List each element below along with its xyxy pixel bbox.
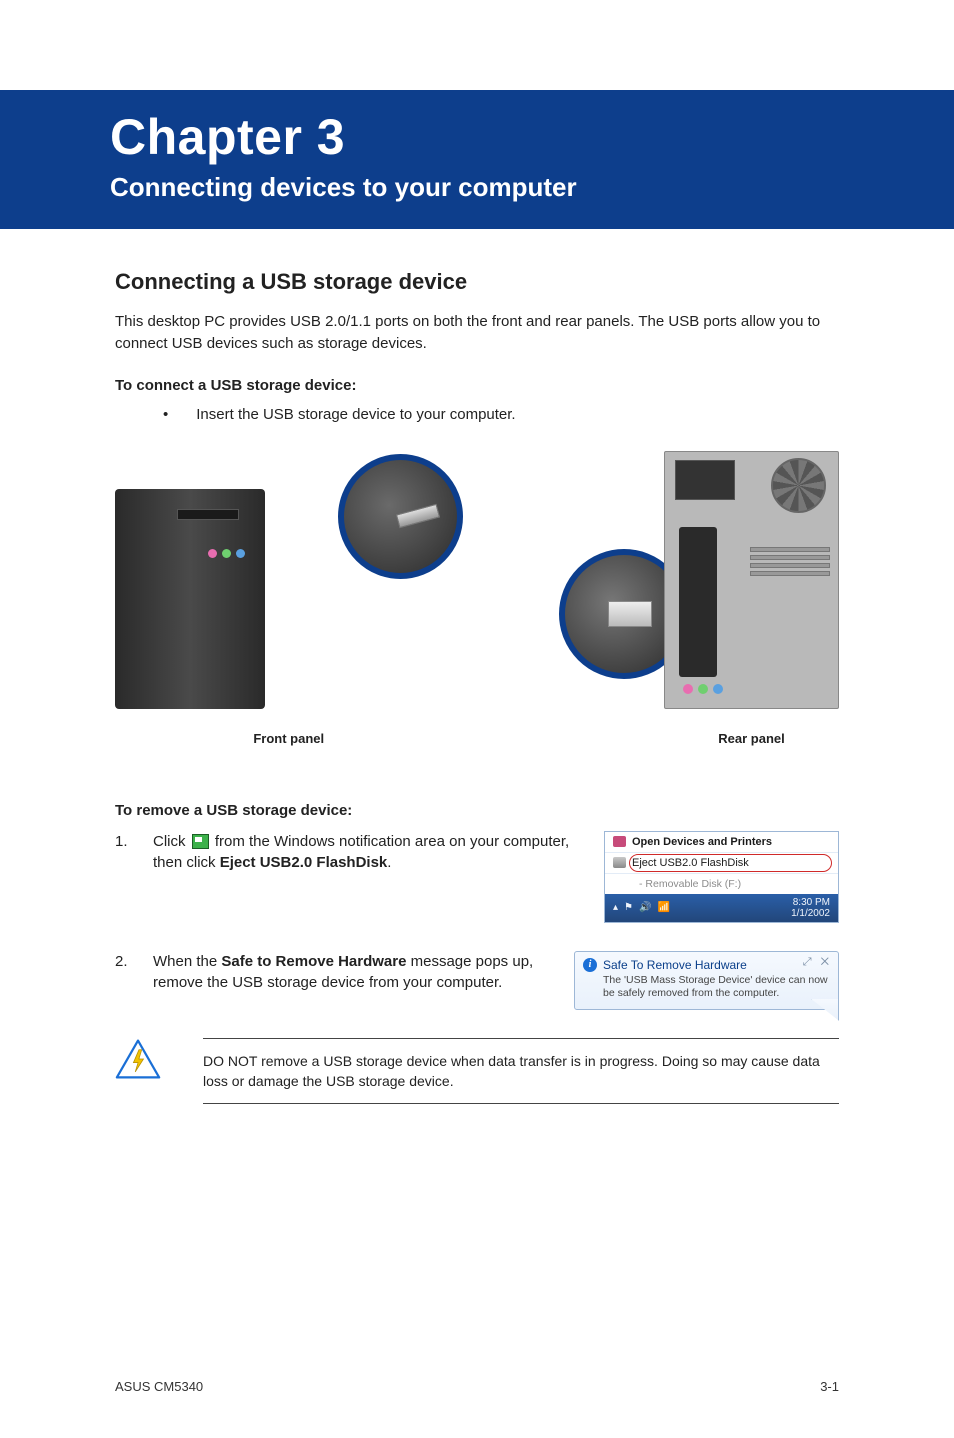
io-panel-icon	[679, 527, 717, 677]
manual-page: Chapter 3 Connecting devices to your com…	[0, 0, 954, 1438]
psu-icon	[675, 460, 735, 500]
front-panel-caption: Front panel	[115, 731, 463, 746]
tray-up-icon: ▴	[613, 902, 618, 913]
tray-time: 8:30 PM	[791, 897, 830, 908]
section-intro: This desktop PC provides USB 2.0/1.1 por…	[115, 311, 839, 355]
balloon-close-icon: ⤢ ✕	[803, 956, 832, 969]
fan-icon	[771, 458, 826, 513]
remove-heading: To remove a USB storage device:	[115, 802, 839, 819]
info-icon: i	[583, 958, 597, 972]
rear-panel-block: Rear panel	[491, 449, 839, 746]
step-2-number: 2.	[115, 951, 153, 973]
balloon-title-row: i Safe To Remove Hardware	[583, 958, 830, 972]
tray-flag-icon: ⚑	[624, 902, 633, 913]
balloon-body: The 'USB Mass Storage Device' device can…	[583, 974, 830, 1001]
balloon-tail-icon	[811, 999, 839, 1021]
pc-tower-front-icon	[115, 489, 265, 709]
step-1-number: 1.	[115, 831, 153, 853]
chapter-banner: Chapter 3 Connecting devices to your com…	[0, 90, 954, 229]
devices-icon	[613, 836, 626, 847]
step-2-text: 2.When the Safe to Remove Hardware messa…	[115, 951, 554, 1010]
connect-bullet-row: • Insert the USB storage device to your …	[115, 406, 839, 423]
tray-icons: ▴ ⚑ 🔊 📶	[613, 902, 670, 913]
step-1-post: .	[387, 854, 391, 871]
front-usb-zoom-icon	[338, 454, 463, 579]
step-2-row: 2.When the Safe to Remove Hardware messa…	[115, 951, 839, 1010]
front-audio-ports-icon	[208, 549, 245, 558]
drive-icon	[613, 857, 626, 868]
pc-tower-rear-icon	[664, 451, 839, 709]
rear-audio-ports-icon	[683, 684, 723, 694]
eject-menu-screenshot: Open Devices and Printers Eject USB2.0 F…	[604, 831, 839, 923]
step-2-pre: When the	[153, 953, 221, 970]
step-2-bold: Safe to Remove Hardware	[221, 953, 406, 970]
open-devices-label: Open Devices and Printers	[632, 836, 772, 848]
chapter-title: Chapter 3	[110, 108, 954, 166]
step-1-text: 1.Click from the Windows notification ar…	[115, 831, 584, 923]
safely-remove-tray-icon	[192, 834, 209, 849]
page-footer: ASUS CM5340 3-1	[115, 1379, 839, 1394]
removable-disk-row: - Removable Disk (F:)	[605, 874, 838, 894]
step-1-row: 1.Click from the Windows notification ar…	[115, 831, 839, 923]
balloon-title: Safe To Remove Hardware	[603, 958, 747, 972]
tray-volume-icon: 🔊	[639, 902, 651, 913]
usb-stick-icon	[396, 504, 440, 528]
usb-stick-icon	[608, 601, 652, 627]
warning-text: DO NOT remove a USB storage device when …	[203, 1038, 839, 1105]
rear-panel-caption: Rear panel	[664, 731, 839, 746]
expansion-slots-icon	[750, 547, 830, 576]
footer-page-number: 3-1	[820, 1379, 839, 1394]
panel-illustrations: Front panel	[115, 449, 839, 746]
step-1-bold: Eject USB2.0 FlashDisk	[220, 854, 388, 871]
front-panel-block: Front panel	[115, 449, 463, 746]
section-heading: Connecting a USB storage device	[115, 269, 839, 295]
connect-bullet-text: Insert the USB storage device to your co…	[196, 406, 515, 423]
bullet-dot: •	[163, 406, 168, 423]
remove-section: To remove a USB storage device: 1.Click …	[115, 802, 839, 1105]
warning-row: DO NOT remove a USB storage device when …	[115, 1038, 839, 1105]
footer-model: ASUS CM5340	[115, 1379, 203, 1394]
safe-remove-balloon: ⤢ ✕ i Safe To Remove Hardware The 'USB M…	[574, 951, 839, 1010]
eject-flashdisk-label: Eject USB2.0 FlashDisk	[632, 857, 749, 869]
eject-flashdisk-row: Eject USB2.0 FlashDisk	[605, 853, 838, 874]
rear-panel-image	[664, 449, 839, 709]
content-area: Connecting a USB storage device This des…	[0, 269, 954, 1104]
front-panel-image	[115, 449, 463, 709]
caution-lightning-icon	[115, 1038, 161, 1080]
open-devices-row: Open Devices and Printers	[605, 832, 838, 853]
connect-heading: To connect a USB storage device:	[115, 377, 839, 394]
chapter-subtitle: Connecting devices to your computer	[110, 172, 954, 203]
step-1-pre: Click	[153, 833, 190, 850]
tray-network-icon: 📶	[657, 902, 669, 913]
system-tray: ▴ ⚑ 🔊 📶 8:30 PM 1/1/2002	[605, 894, 838, 922]
tray-date: 1/1/2002	[791, 908, 830, 919]
